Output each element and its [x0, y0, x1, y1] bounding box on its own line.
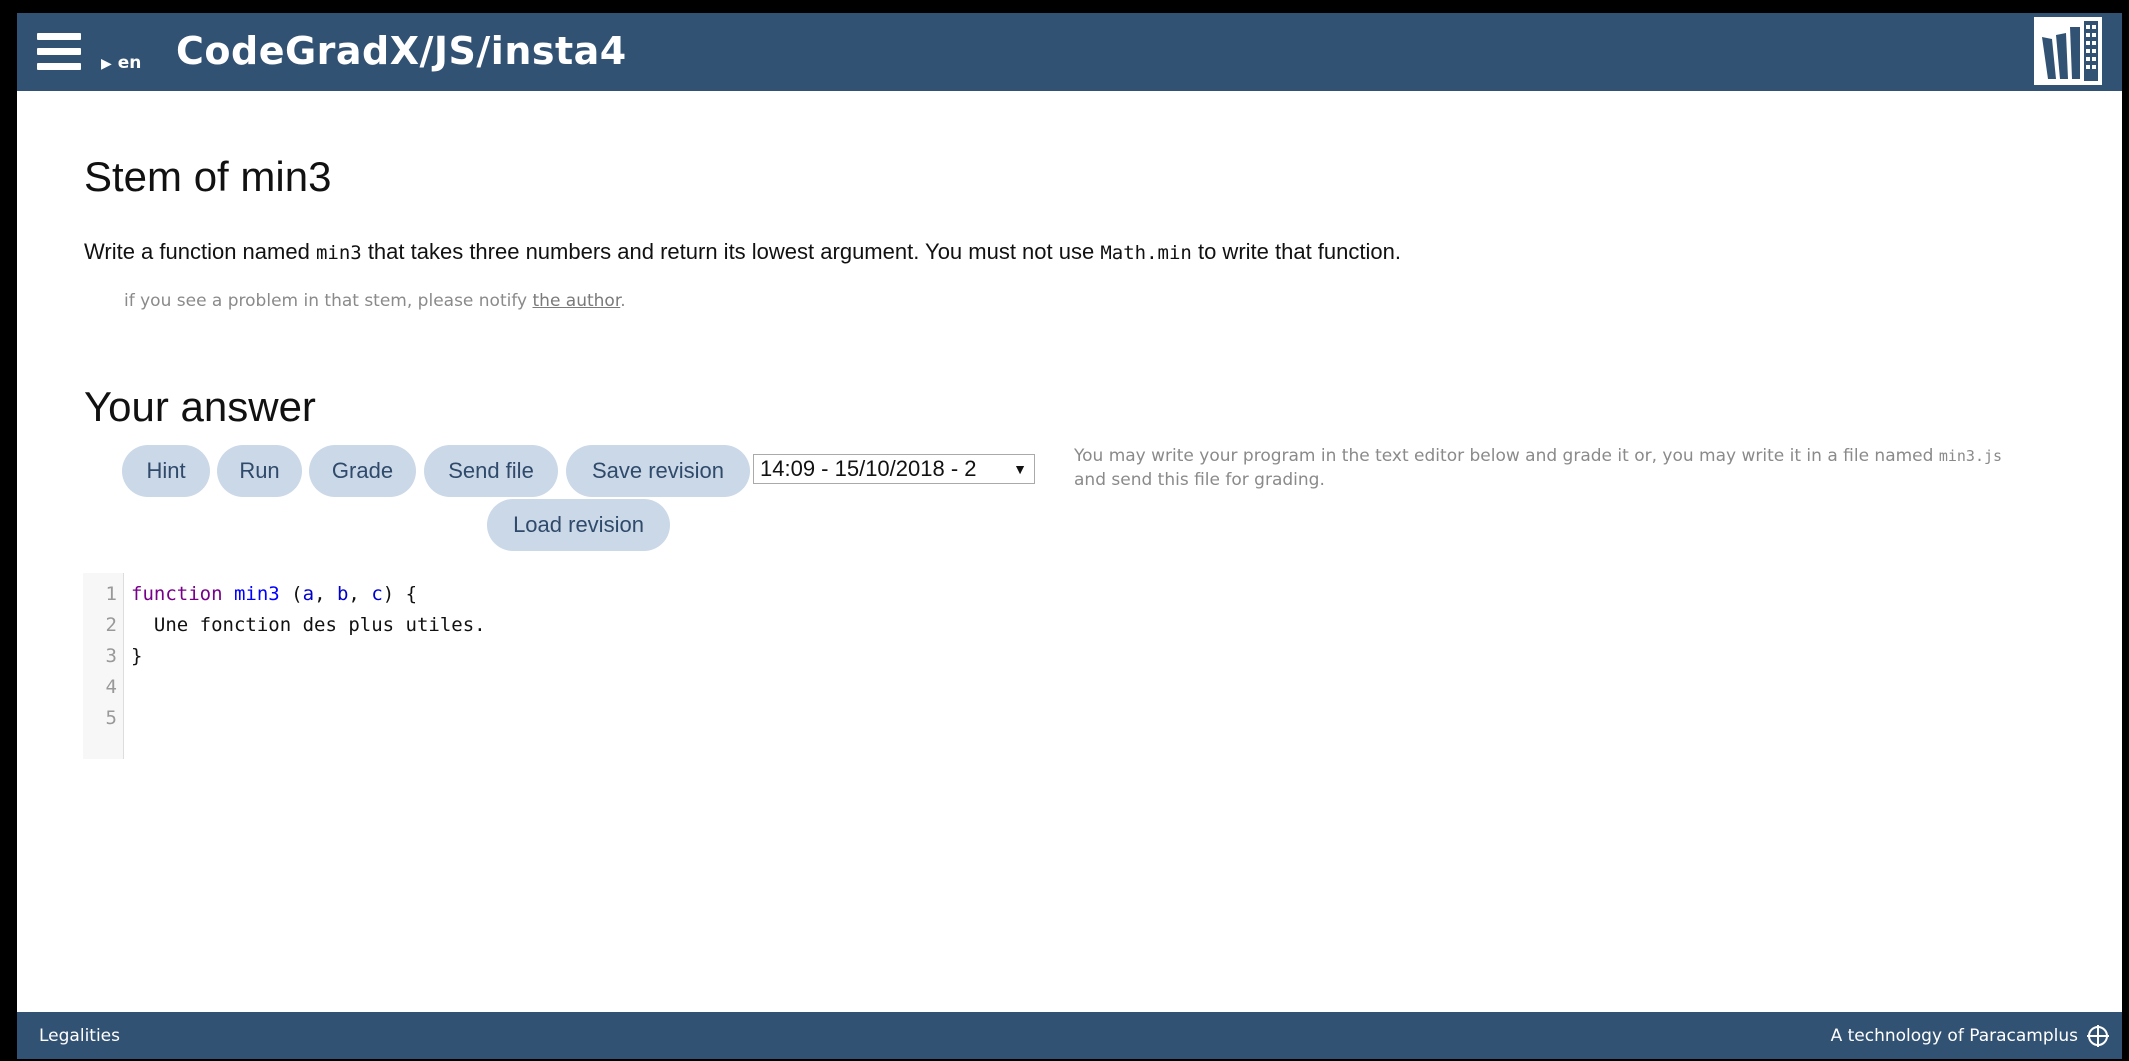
send-file-button[interactable]: Send file [424, 445, 558, 497]
language-label: en [117, 53, 142, 73]
stem-text: Write a function named min3 that takes t… [84, 239, 1401, 265]
paracamplus-icon [2086, 1024, 2110, 1048]
grade-button[interactable]: Grade [309, 445, 416, 497]
notify-prefix: if you see a problem in that stem, pleas… [124, 291, 533, 311]
upload-note: You may write your program in the text e… [1074, 444, 2004, 492]
code-line: } [131, 645, 143, 667]
upload-note-part2: and send this file for grading. [1074, 470, 1325, 490]
page: ▶ en CodeGradX/JS/insta4 Stem of min3 Wr… [17, 13, 2122, 1059]
answer-title: Your answer [84, 383, 316, 430]
line-number: 5 [105, 707, 117, 729]
save-revision-button[interactable]: Save revision [566, 445, 750, 497]
revision-select-value: 14:09 - 15/10/2018 - 2 [760, 456, 977, 481]
stem-code-min3: min3 [315, 242, 362, 264]
stem-text-part2: that takes three numbers and return its … [361, 239, 1101, 264]
code-editor[interactable]: 1 2 3 4 5 function min3 (a, b, c) { Une … [83, 573, 2063, 759]
legalities-link[interactable]: Legalities [39, 1026, 120, 1046]
author-link[interactable]: the author [533, 291, 621, 311]
code-param: c [371, 583, 383, 605]
logo-icon [2034, 17, 2102, 85]
code-punct: , [348, 583, 372, 605]
code-param: b [336, 583, 349, 605]
line-number-gutter: 1 2 3 4 5 [83, 573, 124, 759]
code-function-name: min3 [233, 583, 280, 605]
footer: Legalities A technology of Paracamplus [17, 1012, 2122, 1059]
dropdown-arrow-icon: ▼ [1013, 461, 1027, 477]
code-param: a [302, 583, 315, 605]
code-punct: ( [279, 583, 303, 605]
code-punct: ) { [382, 583, 418, 605]
stem-text-part3: to write that function. [1191, 239, 1401, 264]
code-punct: , [314, 583, 337, 605]
app-title: CodeGradX/JS/insta4 [176, 29, 627, 73]
upload-note-filename: min3.js [1938, 447, 2003, 465]
triangle-right-icon: ▶ [101, 56, 112, 72]
run-button[interactable]: Run [217, 445, 302, 497]
notify-suffix: . [620, 291, 626, 311]
line-number: 4 [105, 676, 117, 698]
load-revision-button[interactable]: Load revision [487, 499, 670, 551]
line-number: 3 [105, 645, 117, 667]
technology-credit: A technology of Paracamplus [1830, 1026, 2078, 1046]
line-number: 1 [105, 583, 117, 605]
upload-note-part1: You may write your program in the text e… [1074, 446, 1939, 466]
code-line: Une fonction des plus utiles. [131, 614, 486, 636]
stem-text-part1: Write a function named [84, 239, 316, 264]
revision-select[interactable]: 14:09 - 15/10/2018 - 2 ▼ [753, 454, 1035, 484]
menu-icon[interactable] [37, 33, 81, 73]
code-keyword: function [131, 583, 223, 605]
stem-title: Stem of min3 [84, 153, 332, 200]
line-number: 2 [105, 614, 117, 636]
hint-button[interactable]: Hint [122, 445, 210, 497]
notify-text: if you see a problem in that stem, pleas… [124, 291, 626, 311]
language-selector[interactable]: ▶ en [101, 53, 141, 73]
code-line: function min3 (a, b, c) { [131, 583, 417, 605]
stem-code-math-min: Math.min [1100, 242, 1192, 264]
top-bar: ▶ en CodeGradX/JS/insta4 [17, 13, 2122, 91]
